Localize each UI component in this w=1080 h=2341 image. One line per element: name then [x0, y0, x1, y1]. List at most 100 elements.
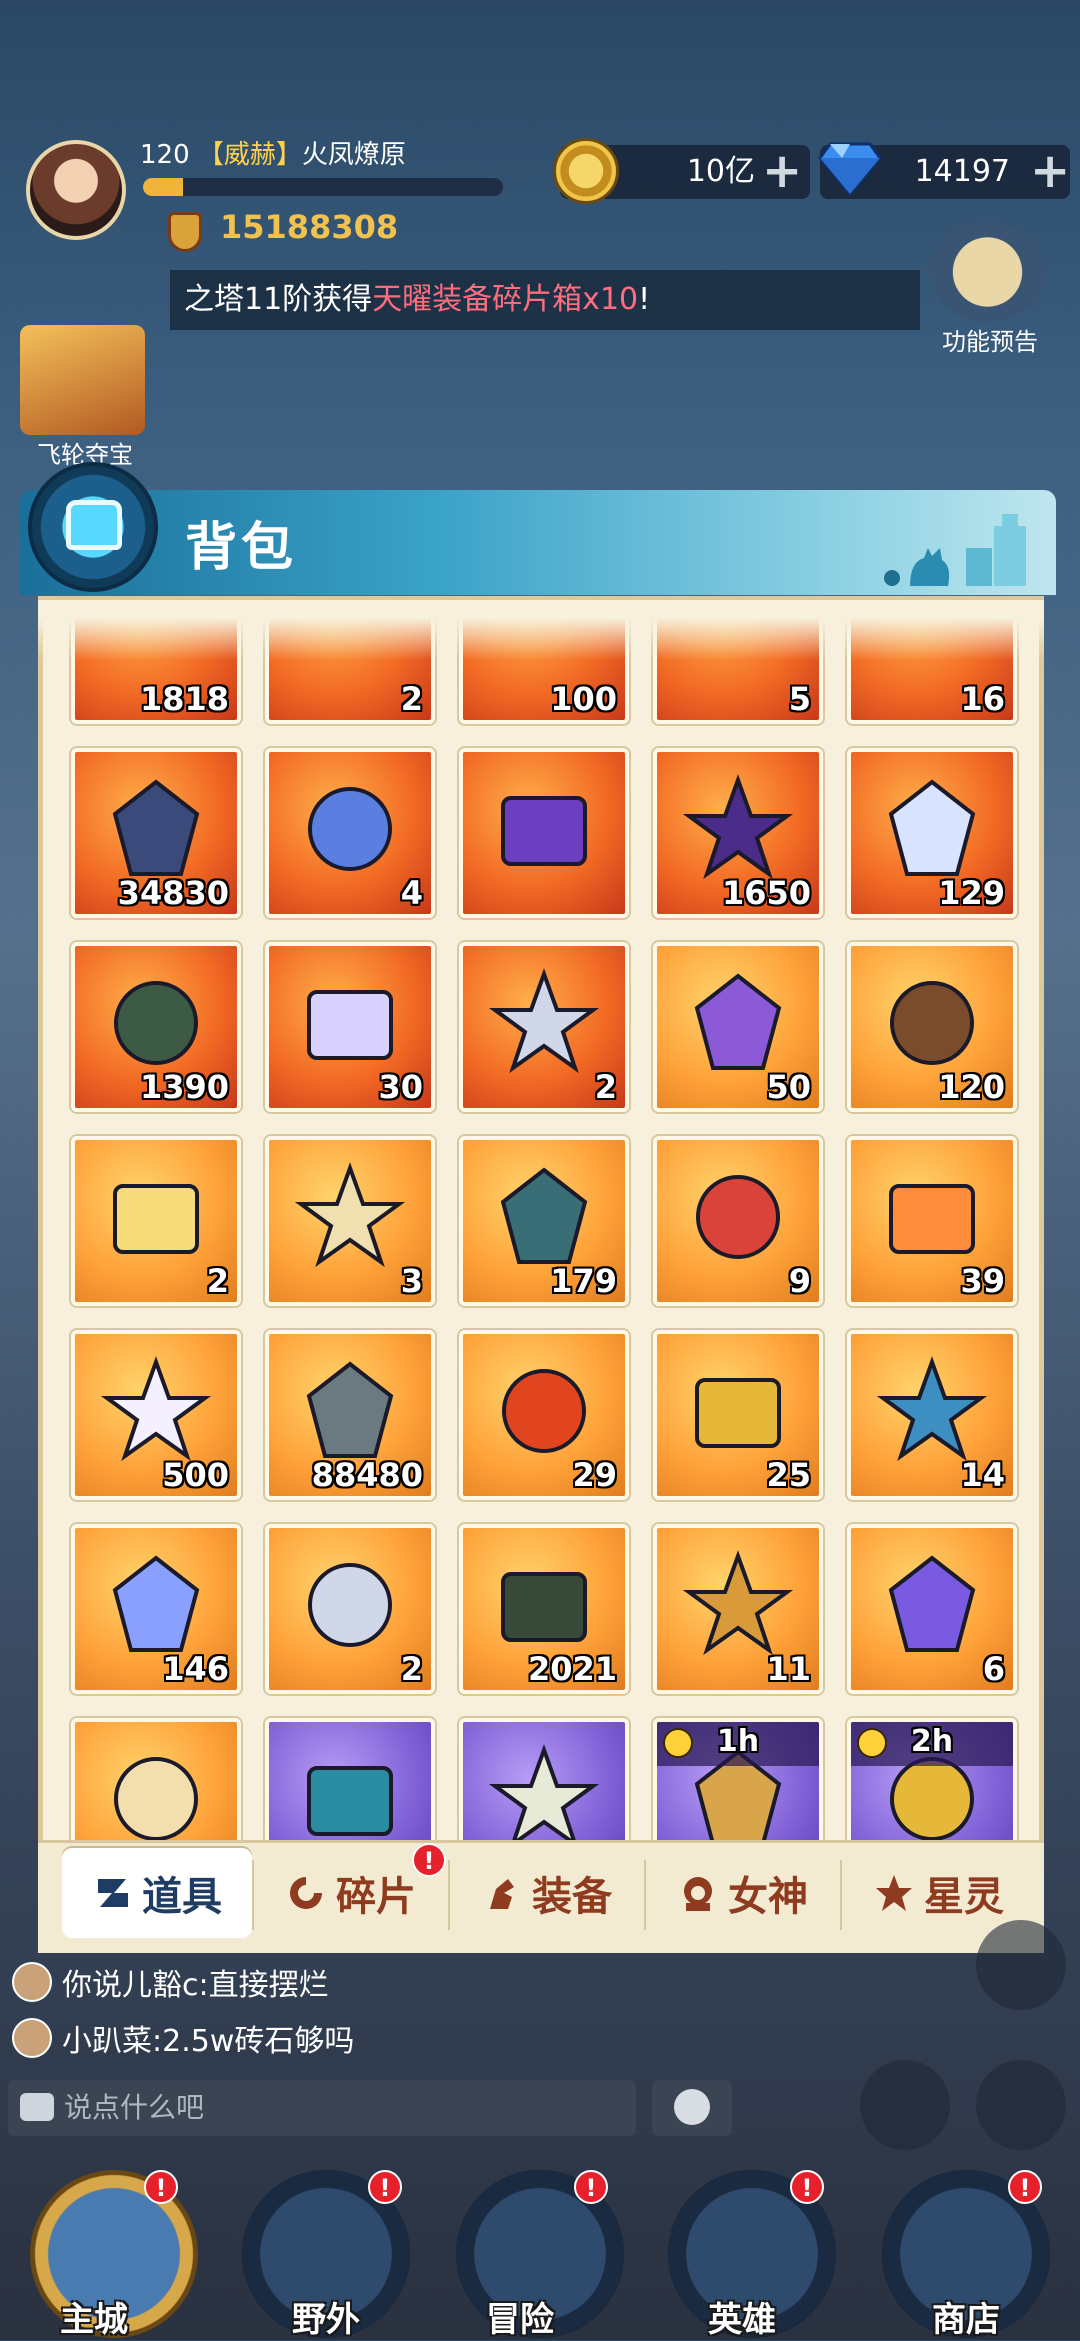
system-notice: 之塔11阶获得天曜装备碎片箱x10!	[170, 270, 920, 330]
crystal-blade-icon	[112, 1555, 200, 1652]
equip-icon	[490, 1879, 514, 1909]
friends-icon[interactable]	[976, 1920, 1066, 2010]
item-count: 4	[400, 874, 423, 912]
notice-highlight: 天曜装备碎片箱x10	[372, 282, 639, 317]
inventory-slot[interactable]: 4	[265, 748, 435, 918]
inventory-slot[interactable]: 146	[71, 1524, 241, 1694]
inventory-slot[interactable]: 6	[847, 1524, 1017, 1694]
combat-power: 15188308	[220, 208, 399, 246]
item-count: 14	[960, 1456, 1005, 1494]
inventory-slot[interactable]: 14	[847, 1330, 1017, 1500]
tab-goddess[interactable]: 女神	[648, 1848, 838, 1938]
tab-shards-label: 碎片	[336, 1874, 416, 1920]
item-count: 1650	[721, 874, 811, 912]
inventory-slot[interactable]: 2021	[459, 1524, 629, 1694]
inventory-slot[interactable]: 120	[847, 942, 1017, 1112]
rainbow-crystal-icon	[307, 990, 393, 1060]
spell-book-icon	[295, 1162, 405, 1268]
tab-divider	[644, 1860, 646, 1930]
diamond-icon	[818, 142, 882, 196]
chat-user: 你说儿豁c	[62, 1968, 199, 2003]
green-cylinder-icon	[114, 981, 198, 1065]
gold-rune-tile-icon	[113, 1184, 199, 1254]
inventory-slot[interactable]: 1390	[71, 942, 241, 1112]
item-count: 1818	[139, 680, 229, 718]
purple-orb-icon	[501, 796, 587, 866]
dark-crystal-shard-icon	[112, 779, 200, 876]
diamond-value: 14197	[914, 154, 1010, 189]
nav-heroes-label: 英雄	[708, 2300, 776, 2340]
inventory-slot[interactable]: 3	[265, 1136, 435, 1306]
add-diamond-button[interactable]: +	[1030, 147, 1070, 195]
ore-stone-icon	[306, 1361, 394, 1458]
inventory-slot[interactable]: 50	[653, 942, 823, 1112]
nav-badge: !	[1008, 2170, 1042, 2204]
nav-badge: !	[144, 2170, 178, 2204]
add-gold-button[interactable]: +	[762, 147, 802, 195]
item-count: 2021	[527, 1650, 617, 1688]
exp-bar	[143, 178, 503, 196]
item-count: 29	[572, 1456, 617, 1494]
ranking-icon[interactable]	[860, 2060, 950, 2150]
mail-chest-icon[interactable]	[976, 2060, 1066, 2150]
ship-wheel-icon	[877, 1356, 987, 1462]
cat-potion-deco-icon	[884, 514, 1026, 586]
item-count: 11	[766, 1650, 811, 1688]
tab-goddess-label: 女神	[728, 1874, 808, 1920]
item-count: 25	[766, 1456, 811, 1494]
bag-grid-panel[interactable]: 1818 2 100 5 16 34830 4 1650 129 1390 30 2 50 120 2 3 17…	[38, 596, 1044, 1946]
item-timer-text: 1h	[716, 1724, 760, 1759]
inventory-slot[interactable]: 2	[71, 1136, 241, 1306]
tab-props[interactable]: 道具	[62, 1848, 252, 1938]
inventory-slot[interactable]	[459, 748, 629, 918]
player-guild: 【威赫】	[197, 140, 302, 170]
tab-shards-badge: !	[412, 1843, 446, 1877]
inventory-slot[interactable]: 39	[847, 1136, 1017, 1306]
inventory-slot[interactable]: 25	[653, 1330, 823, 1500]
backpack-glyph-icon	[66, 500, 122, 550]
inventory-slot[interactable]: 29	[459, 1330, 629, 1500]
inventory-slot[interactable]: 179	[459, 1136, 629, 1306]
inventory-slot[interactable]: 88480	[265, 1330, 435, 1500]
item-count: 2	[594, 1068, 617, 1106]
inventory-slot[interactable]: 30	[265, 942, 435, 1112]
item-count: 39	[960, 1262, 1005, 1300]
inventory-slot[interactable]: 2	[265, 1524, 435, 1694]
feature-preview-icon[interactable]	[930, 222, 1045, 322]
item-count: 100	[550, 680, 617, 718]
inventory-slot[interactable]: 129	[847, 748, 1017, 918]
flywheel-treasure-icon[interactable]	[20, 325, 145, 435]
orange-star-gem-icon	[889, 1184, 975, 1254]
silver-armor-icon	[308, 1563, 392, 1647]
player-avatar[interactable]	[26, 140, 126, 240]
chat-message: 你说儿豁c:直接摆烂	[12, 1960, 329, 2004]
inventory-slot[interactable]: 34830	[71, 748, 241, 918]
star-spirit-icon	[876, 1875, 912, 1911]
nav-shop-label: 商店	[932, 2300, 1000, 2340]
inventory-slot[interactable]: 1650	[653, 748, 823, 918]
item-count: 30	[378, 1068, 423, 1106]
tab-equipment-label: 装备	[532, 1874, 612, 1920]
item-count: 50	[766, 1068, 811, 1106]
inventory-slot[interactable]: 2	[459, 942, 629, 1112]
gold-coin-icon	[553, 138, 619, 204]
chat-input[interactable]: 说点什么吧	[8, 2080, 636, 2136]
nav-wild-label: 野外	[292, 2300, 360, 2340]
helmet-puzzle-icon	[694, 973, 782, 1070]
player-level-name: 120 【威赫】火凤燎原	[140, 135, 510, 175]
props-icon	[98, 1879, 128, 1907]
inventory-slot[interactable]: 500	[71, 1330, 241, 1500]
nav-badge: !	[368, 2170, 402, 2204]
emoji-icon	[674, 2089, 710, 2125]
blue-rune-stone-icon	[308, 787, 392, 871]
nav-badge: !	[790, 2170, 824, 2204]
bag-title: 背包	[185, 518, 298, 578]
item-grid: 1818 2 100 5 16 34830 4 1650 129 1390 30 2 50 120 2 3 17…	[71, 601, 1017, 1888]
inventory-slot[interactable]: 11	[653, 1524, 823, 1694]
chat-message: 小趴菜:2.5w砖石够吗	[12, 2016, 354, 2060]
item-count: 16	[960, 680, 1005, 718]
tab-equipment[interactable]: 装备	[452, 1848, 642, 1938]
exp-fill	[143, 178, 183, 196]
dark-cylinder-icon	[501, 1572, 587, 1642]
inventory-slot[interactable]: 9	[653, 1136, 823, 1306]
